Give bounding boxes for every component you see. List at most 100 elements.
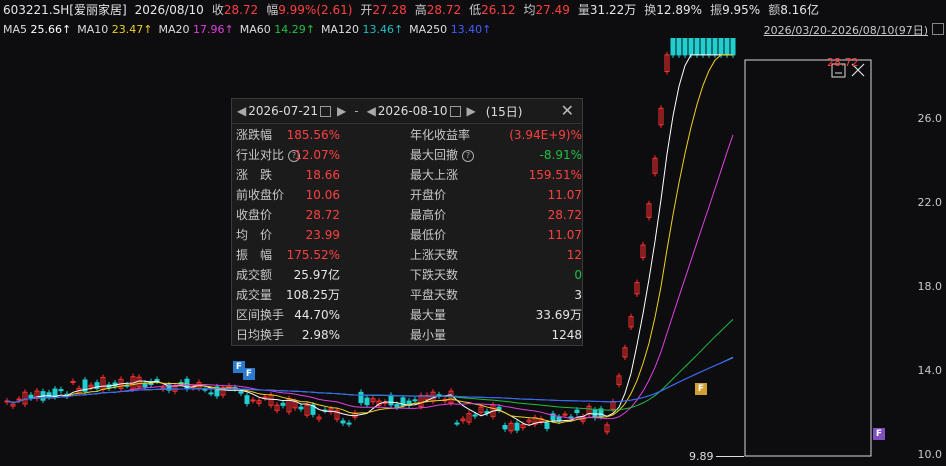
end-prev-icon[interactable]: ◀ bbox=[367, 104, 376, 118]
ma-legend: MA5 25.66↑ MA10 23.47↑ MA20 17.96↑ MA60 … bbox=[0, 20, 946, 38]
stat-value: 108.25万 bbox=[286, 288, 340, 302]
candle bbox=[58, 389, 64, 392]
candle bbox=[250, 399, 256, 402]
stat-value: (3.94E+9)% bbox=[509, 128, 582, 142]
open-value: 27.28 bbox=[372, 2, 407, 17]
date-range-link[interactable]: 2026/03/20-2026/08/10(97日) bbox=[764, 22, 928, 38]
candle bbox=[712, 38, 718, 56]
ma250-label: MA250 bbox=[409, 22, 448, 36]
stat-value: 12 bbox=[566, 248, 582, 262]
ma20-item[interactable]: MA20 17.96↑ bbox=[158, 23, 233, 36]
candle bbox=[340, 420, 346, 424]
quote-date: 2026/08/10 bbox=[134, 2, 204, 17]
stat-value: 12.07% bbox=[294, 148, 340, 162]
candle bbox=[208, 392, 214, 395]
candle bbox=[142, 382, 148, 388]
range-box-icon[interactable] bbox=[932, 23, 944, 35]
start-prev-icon[interactable]: ◀ bbox=[237, 104, 246, 118]
stat-value: 0 bbox=[574, 268, 582, 282]
avg-value: 27.49 bbox=[535, 2, 570, 17]
candle bbox=[262, 396, 268, 399]
stat-value: 23.99 bbox=[305, 228, 340, 242]
close-value: 28.72 bbox=[223, 2, 259, 17]
stat-value: 2.98% bbox=[301, 328, 340, 342]
ma20-label: MA20 bbox=[158, 22, 190, 36]
high-label: 高 bbox=[414, 3, 427, 17]
ma5-value: 25.66↑ bbox=[30, 22, 72, 36]
candle bbox=[454, 422, 460, 425]
candle bbox=[358, 391, 364, 404]
quote-header: 603221.SH[爱丽家居] 2026/08/10 收 28.72 幅 9.9… bbox=[0, 0, 946, 19]
f-marker-2[interactable]: F bbox=[243, 368, 255, 380]
candle bbox=[682, 38, 688, 56]
ma120-value: 13.46↑ bbox=[362, 22, 404, 36]
stat-value: 3 bbox=[574, 288, 582, 302]
stat-value: -8.91% bbox=[539, 148, 582, 162]
change-value: 9.99%(2.61) bbox=[278, 2, 353, 17]
ma10-item[interactable]: MA10 23.47↑ bbox=[77, 23, 152, 36]
ma20-value: 17.96↑ bbox=[192, 22, 234, 36]
high-value: 28.72 bbox=[426, 2, 462, 17]
amount-value: 8.16亿 bbox=[780, 3, 819, 17]
low-value: 26.12 bbox=[481, 2, 516, 17]
start-next-icon[interactable]: ▶ bbox=[337, 104, 346, 118]
y-tick-18: 18.0 bbox=[917, 280, 943, 293]
candle bbox=[688, 38, 694, 56]
y-tick-10: 10.0 bbox=[917, 448, 943, 461]
high-price-label: 28.72 bbox=[827, 56, 859, 69]
date-separator: - bbox=[354, 104, 359, 118]
candle bbox=[280, 402, 286, 406]
candle bbox=[676, 38, 682, 56]
end-date[interactable]: 2026-08-10 bbox=[378, 104, 448, 118]
ma250-item[interactable]: MA250 13.40↑ bbox=[409, 23, 491, 36]
f-marker-4[interactable]: F bbox=[873, 428, 885, 440]
ma60-item[interactable]: MA60 14.29↑ bbox=[240, 23, 315, 36]
close-label: 收 bbox=[211, 3, 224, 17]
candle bbox=[514, 422, 520, 431]
candle bbox=[16, 398, 22, 401]
amplitude-label: 振 bbox=[710, 3, 723, 17]
ma60-value: 14.29↑ bbox=[274, 22, 315, 36]
ma250-value: 13.40↑ bbox=[450, 22, 492, 36]
candle bbox=[502, 424, 508, 430]
stat-value: 28.72 bbox=[547, 208, 582, 222]
stat-value: 11.07 bbox=[547, 188, 582, 202]
stat-value: 11.07 bbox=[547, 228, 582, 242]
ma120-label: MA120 bbox=[320, 22, 359, 36]
close-icon[interactable]: ✕ bbox=[561, 101, 574, 120]
candle bbox=[70, 381, 76, 384]
change-label: 幅 bbox=[266, 3, 279, 17]
turnover-value: 12.89% bbox=[656, 2, 703, 17]
candle bbox=[238, 391, 244, 394]
volume-label: 量 bbox=[577, 3, 590, 17]
candle bbox=[388, 394, 394, 406]
start-date[interactable]: 2026-07-21 bbox=[248, 104, 318, 118]
start-calendar-icon[interactable] bbox=[319, 105, 331, 117]
candle bbox=[244, 395, 250, 404]
ma5-label: MA5 bbox=[3, 22, 28, 36]
ma5-item[interactable]: MA5 25.66↑ bbox=[3, 23, 71, 36]
y-tick-14: 14.0 bbox=[917, 364, 943, 377]
low-price-label: 9.89 bbox=[689, 450, 714, 463]
stat-value: 28.72 bbox=[305, 208, 340, 222]
selection-box[interactable] bbox=[744, 59, 872, 457]
candle bbox=[724, 38, 730, 56]
candle bbox=[718, 38, 724, 56]
day-count: (15日) bbox=[485, 104, 523, 119]
open-label: 开 bbox=[360, 3, 373, 17]
candle bbox=[670, 38, 676, 56]
end-calendar-icon[interactable] bbox=[449, 105, 461, 117]
candle bbox=[472, 414, 478, 417]
end-next-icon[interactable]: ▶ bbox=[467, 104, 476, 118]
candle bbox=[52, 388, 58, 398]
f-marker-3[interactable]: F bbox=[695, 383, 707, 395]
interval-stats-popup: ◀ 2026-07-21 ▶ - ◀ 2026-08-10 ▶ (15日) ✕ … bbox=[231, 98, 583, 346]
low-price-pointer bbox=[716, 456, 744, 457]
candle bbox=[202, 388, 208, 391]
ma120-item[interactable]: MA120 13.46↑ bbox=[321, 23, 403, 36]
candle bbox=[364, 397, 370, 406]
candle bbox=[562, 413, 568, 416]
stat-value: 159.51% bbox=[528, 168, 582, 182]
stock-symbol[interactable]: 603221.SH[爱丽家居] bbox=[3, 1, 127, 18]
ma10-value: 23.47↑ bbox=[111, 22, 153, 36]
